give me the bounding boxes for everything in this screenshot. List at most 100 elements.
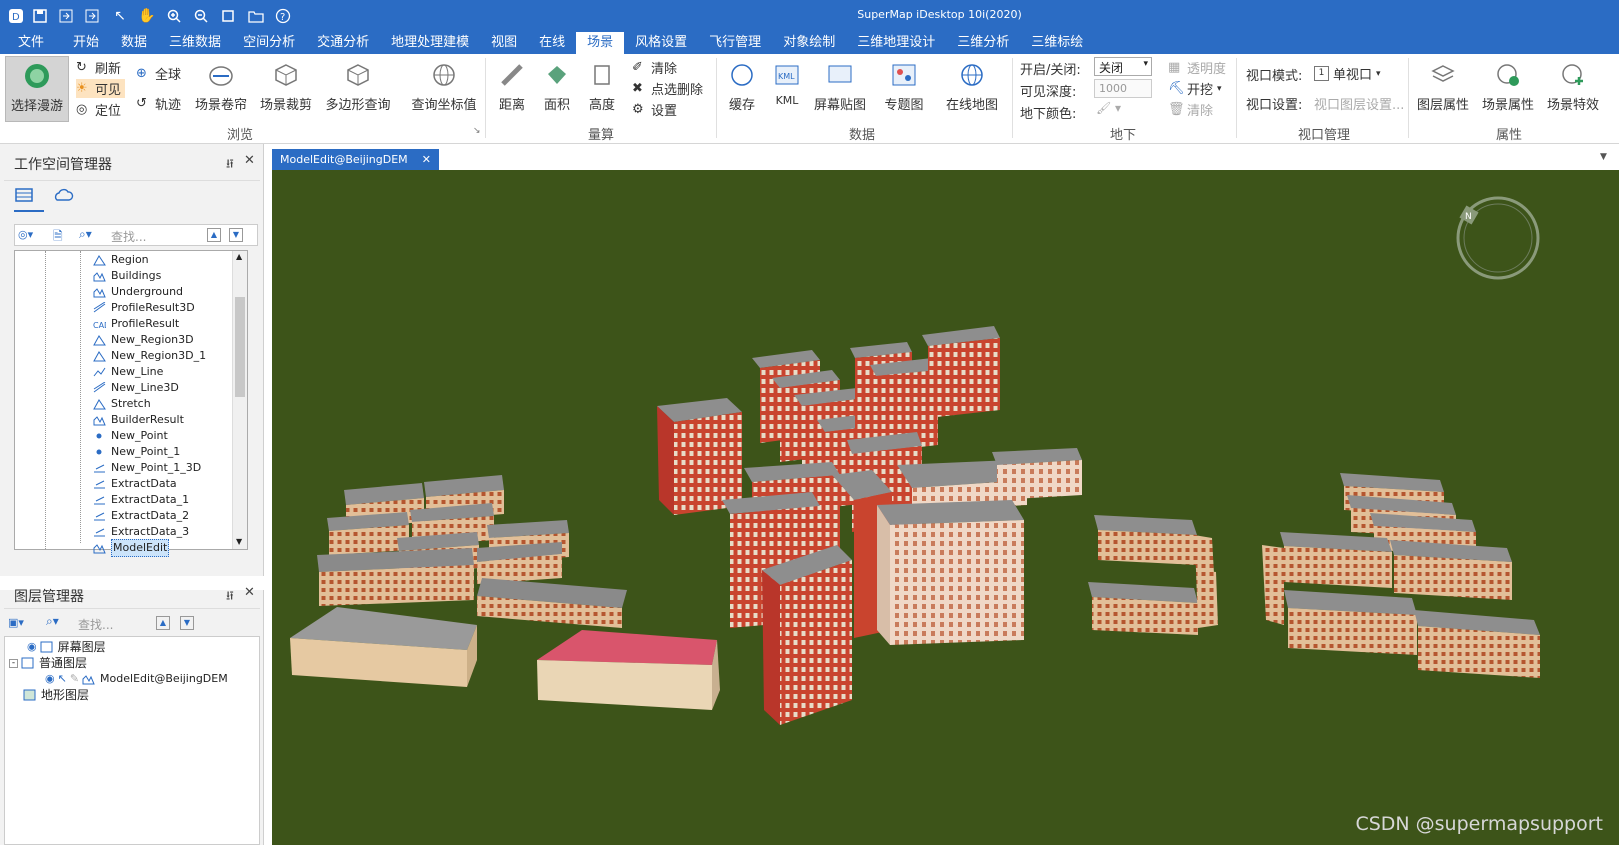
tree-item-new-region3d[interactable]: New_Region3D bbox=[93, 332, 206, 348]
workspace-tab-icon[interactable] bbox=[14, 186, 44, 212]
selectable-arrow-icon[interactable]: ↖ bbox=[58, 671, 67, 687]
menu-style[interactable]: 风格设置 bbox=[624, 32, 698, 54]
tree-item-profileresult3d[interactable]: ProfileResult3D bbox=[93, 300, 206, 316]
scroll-thumb[interactable] bbox=[235, 297, 245, 397]
distance-button[interactable]: 距离 bbox=[495, 56, 529, 113]
tab-list-dropdown-icon[interactable]: ▼ bbox=[1600, 152, 1607, 162]
kml-button[interactable]: KML KML bbox=[767, 56, 807, 107]
cloud-tab-icon[interactable] bbox=[52, 186, 74, 207]
thematic-button[interactable]: 专题图 bbox=[880, 56, 928, 113]
query-coord-button[interactable]: 查询坐标值 bbox=[408, 56, 480, 113]
add-layer-icon[interactable]: ▣▾ bbox=[8, 616, 24, 629]
menu-online[interactable]: 在线 bbox=[528, 32, 576, 54]
globe-button[interactable]: ⊕ 全球 bbox=[136, 64, 181, 83]
tree-item-new-region3d-1[interactable]: New_Region3D_1 bbox=[93, 348, 206, 364]
pin-icon[interactable]: ⭿ bbox=[226, 155, 234, 176]
tree-item-extractdata-2[interactable]: ExtractData_2 bbox=[93, 508, 206, 524]
screen-image-button[interactable]: 屏幕贴图 bbox=[812, 56, 868, 113]
scene-props-button[interactable]: 场景属性 bbox=[1480, 56, 1536, 113]
view-options-icon[interactable]: ◎▾ bbox=[18, 228, 33, 241]
menu-file[interactable]: 文件 bbox=[0, 32, 62, 54]
locate-button[interactable]: ◎ 定位 bbox=[76, 100, 121, 119]
menu-view[interactable]: 视图 bbox=[480, 32, 528, 54]
tree-scrollbar[interactable]: ▲ ▼ bbox=[232, 251, 247, 549]
workspace-search-input[interactable]: 查找... bbox=[111, 228, 201, 245]
tree-item-new-line[interactable]: New_Line bbox=[93, 364, 206, 380]
menu-flight[interactable]: 飞行管理 bbox=[698, 32, 772, 54]
tree-item-new-point-1-3d[interactable]: New_Point_1_3D bbox=[93, 460, 206, 476]
excavate-button[interactable]: ⛏ 开挖 ▾ bbox=[1168, 79, 1222, 98]
editable-icon[interactable]: ✎ bbox=[70, 671, 79, 687]
menu-3d-geodesign[interactable]: 三维地理设计 bbox=[846, 32, 946, 54]
layer-screen[interactable]: ◉ 屏幕图层 bbox=[27, 639, 106, 655]
cache-button[interactable]: 缓存 bbox=[722, 56, 762, 113]
online-map-button[interactable]: 在线地图 bbox=[940, 56, 1004, 113]
compass[interactable]: N bbox=[1456, 196, 1540, 280]
move-down-icon[interactable]: ▼ bbox=[229, 228, 243, 242]
menu-start[interactable]: 开始 bbox=[62, 32, 110, 54]
underground-onoff-select[interactable]: 关闭 ▾ bbox=[1094, 57, 1152, 76]
height-button[interactable]: 高度 bbox=[585, 56, 619, 113]
eye-icon[interactable]: ◉ bbox=[27, 639, 37, 655]
viewport-mode-select[interactable]: 1 单视口 ▾ bbox=[1314, 64, 1381, 83]
tree-item-builderresult[interactable]: BuilderResult bbox=[93, 412, 206, 428]
transparency-button[interactable]: ▦ 透明度 bbox=[1168, 58, 1226, 77]
tree-item-profileresult[interactable]: CADProfileResult bbox=[93, 316, 206, 332]
menu-3d-plotting[interactable]: 三维标绘 bbox=[1020, 32, 1094, 54]
scene-effects-button[interactable]: 场景特效 bbox=[1545, 56, 1601, 113]
tree-item-region[interactable]: Region bbox=[93, 252, 206, 268]
pick-delete-button[interactable]: ✖ 点选删除 bbox=[632, 79, 703, 98]
scroll-up-icon[interactable]: ▲ bbox=[236, 252, 242, 261]
underground-color-picker[interactable]: 🖌 ▾ bbox=[1096, 101, 1121, 115]
scroll-down-icon[interactable]: ▼ bbox=[236, 537, 242, 546]
dialog-launcher-icon[interactable]: ↘ bbox=[473, 126, 481, 136]
layer-search-input[interactable]: 查找... bbox=[78, 616, 113, 633]
curtain-button[interactable]: 场景卷帘 bbox=[193, 56, 249, 113]
visible-button[interactable]: ☀ 可见 bbox=[76, 79, 126, 98]
underground-clear-button[interactable]: 🗑 清除 bbox=[1168, 100, 1213, 119]
menu-geoprocessing[interactable]: 地理处理建模 bbox=[380, 32, 480, 54]
menu-scene[interactable]: 场景 bbox=[576, 32, 625, 54]
collapse-icon[interactable]: - bbox=[9, 658, 18, 668]
menu-draw[interactable]: 对象绘制 bbox=[772, 32, 846, 54]
tree-item-new-point-1[interactable]: New_Point_1 bbox=[93, 444, 206, 460]
menu-spatial-analysis[interactable]: 空间分析 bbox=[232, 32, 306, 54]
document-icon[interactable]: 🗎 bbox=[53, 227, 63, 248]
scene-canvas[interactable]: N bbox=[272, 170, 1619, 845]
layer-modeledit[interactable]: ◉ ↖ ✎ ModelEdit@BeijingDEM bbox=[45, 671, 228, 687]
tree-item-underground[interactable]: Underground bbox=[93, 284, 206, 300]
search-icon[interactable]: ⌕▾ bbox=[46, 614, 59, 629]
refresh-button[interactable]: ↻ 刷新 bbox=[76, 58, 121, 77]
pin-icon[interactable]: ⭿ bbox=[226, 587, 234, 608]
menu-3d-data[interactable]: 三维数据 bbox=[158, 32, 232, 54]
scene-tab[interactable]: ModelEdit@BeijingDEM ✕ bbox=[272, 149, 439, 170]
clip-button[interactable]: 场景裁剪 bbox=[258, 56, 314, 113]
move-down-icon[interactable]: ▼ bbox=[180, 616, 194, 630]
tree-item-new-point[interactable]: New_Point bbox=[93, 428, 206, 444]
eye-icon[interactable]: ◉ bbox=[45, 671, 55, 687]
tree-item-extractdata[interactable]: ExtractData bbox=[93, 476, 206, 492]
tree-item-buildings[interactable]: Buildings bbox=[93, 268, 206, 284]
tree-item-extractdata-1[interactable]: ExtractData_1 bbox=[93, 492, 206, 508]
viewport-settings-link[interactable]: 视口图层设置... bbox=[1314, 94, 1404, 113]
scene-view[interactable]: N CSDN @supermapsupport bbox=[272, 170, 1619, 845]
close-icon[interactable]: ✕ bbox=[244, 153, 255, 168]
layer-normal-group[interactable]: - 普通图层 bbox=[9, 655, 87, 671]
tree-item-stretch[interactable]: Stretch bbox=[93, 396, 206, 412]
layer-props-button[interactable]: 图层属性 bbox=[1415, 56, 1471, 113]
polygon-query-button[interactable]: 多边形查询 bbox=[322, 56, 394, 113]
menu-3d-analysis[interactable]: 三维分析 bbox=[946, 32, 1020, 54]
roam-button[interactable]: 选择漫游 bbox=[5, 56, 69, 122]
tree-item-new-line3d[interactable]: New_Line3D bbox=[93, 380, 206, 396]
measure-clear-button[interactable]: ✐ 清除 bbox=[632, 58, 677, 77]
layer-terrain[interactable]: 地形图层 bbox=[23, 687, 89, 703]
close-icon[interactable]: ✕ bbox=[244, 585, 255, 600]
track-button[interactable]: ↺ 轨迹 bbox=[136, 94, 181, 113]
tree-item-modeledit[interactable]: ModelEdit bbox=[93, 539, 206, 557]
menu-data[interactable]: 数据 bbox=[110, 32, 158, 54]
search-icon[interactable]: ⌕▾ bbox=[79, 227, 92, 242]
move-up-icon[interactable]: ▲ bbox=[207, 228, 221, 242]
menu-traffic-analysis[interactable]: 交通分析 bbox=[306, 32, 380, 54]
close-tab-icon[interactable]: ✕ bbox=[422, 149, 431, 170]
tree-item-extractdata-3[interactable]: ExtractData_3 bbox=[93, 524, 206, 540]
